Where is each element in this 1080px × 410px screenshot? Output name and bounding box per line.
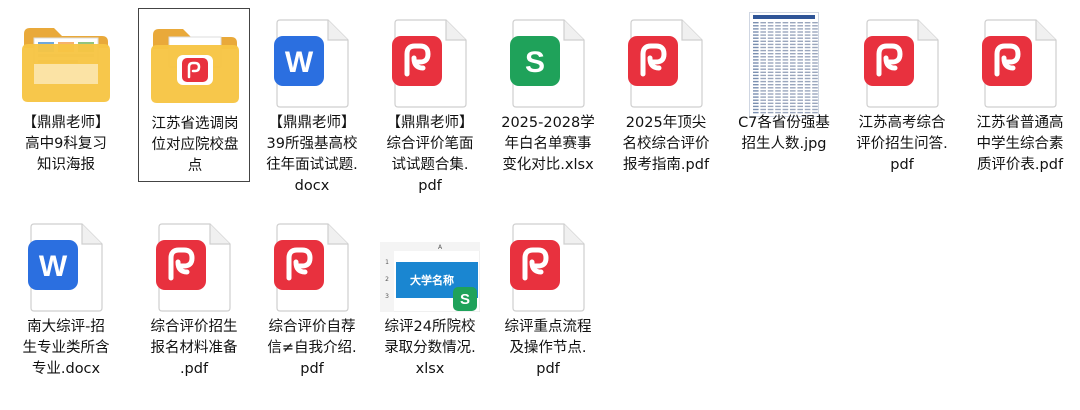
file-name-line: 试试题合集. [391,157,469,173]
file-item[interactable]: 【鼎鼎老师】 高中9科复习 知识海报 [10,8,122,182]
spreadsheet-thumbnail-icon: A 1 2 3 大学名称 S [374,212,486,312]
file-name-line: 39所强基高校 [266,136,358,152]
file-name-line: 综合评价招生 [150,319,238,335]
file-name-label: 综评24所院校 录取分数情况. xlsx [374,317,486,380]
file-item[interactable]: 2025年顶尖 名校综合评价 报考指南.pdf [610,8,722,182]
svg-text:W: W [39,250,68,283]
pdf-file-icon [610,8,722,108]
file-name-label: 2025年顶尖 名校综合评价 报考指南.pdf [610,113,722,176]
svg-text:3: 3 [385,293,389,300]
file-name-line: 江苏省选调岗 [151,116,239,132]
file-name-line: 知识海报 [37,157,95,173]
file-name-line: 【鼎鼎老师】 [386,115,474,131]
file-name-line: 【鼎鼎老师】 [268,115,356,131]
svg-text:W: W [285,46,314,79]
word-document-icon: W [10,212,122,312]
file-name-line: 综评24所院校 [384,319,476,335]
file-item[interactable]: 江苏高考综合 评价招生问答. pdf [846,8,958,182]
file-name-line: 位对应院校盘 [151,137,239,153]
file-name-label: 江苏高考综合 评价招生问答. pdf [846,113,958,176]
svg-text:2: 2 [385,276,389,283]
file-name-line: 名校综合评价 [622,136,710,152]
file-name-label: 【鼎鼎老师】 39所强基高校 往年面试试题. docx [256,113,368,197]
file-name-line: 往年面试试题. [266,157,358,173]
file-item[interactable]: 综评重点流程 及操作节点. pdf [492,212,604,378]
file-item[interactable]: S 2025-2028学 年白名单赛事 变化对比.xlsx [492,8,604,182]
file-name-line: 点 [187,158,203,174]
file-name-line: 质评价表.pdf [976,157,1064,173]
file-name-line: 综合评价自荐 [268,319,356,335]
svg-text:1: 1 [385,259,389,266]
folder-icon [139,9,251,109]
file-name-label: 综合评价招生 报名材料准备 .pdf [138,317,250,380]
file-name-label: 江苏省普通高 中学生综合素 质评价表.pdf [964,113,1076,176]
file-name-line: docx [294,178,330,194]
file-name-label: 【鼎鼎老师】 综合评价笔面 试试题合集. pdf [374,113,486,197]
file-item[interactable]: C7各省份强基 招生人数.jpg [728,8,840,182]
pdf-file-icon [138,212,250,312]
file-name-label: 江苏省选调岗 位对应院校盘点 [139,114,251,177]
file-item[interactable]: 【鼎鼎老师】 综合评价笔面 试试题合集. pdf [374,8,486,194]
file-name-line: 江苏省普通高 [976,115,1064,131]
image-thumbnail-icon [728,8,840,117]
file-name-line: 专业.docx [31,361,101,377]
file-name-label: 2025-2028学 年白名单赛事 变化对比.xlsx [492,113,604,176]
file-name-line: xlsx [415,361,445,377]
word-document-icon: W [256,8,368,108]
file-name-line: 报名材料准备 [150,340,238,356]
file-name-label: 综合评价自荐 信≠自我介绍. pdf [256,317,368,380]
file-name-line: 生专业类所含 [22,340,110,356]
file-name-line: 评价招生问答. [856,136,948,152]
file-name-label: 【鼎鼎老师】 高中9科复习 知识海报 [10,113,122,176]
file-name-label: C7各省份强基 招生人数.jpg [728,113,840,155]
file-item[interactable]: 综合评价招生 报名材料准备 .pdf [138,212,250,378]
file-name-line: 【鼎鼎老师】 [22,115,110,131]
file-name-line: 报考指南.pdf [622,157,710,173]
file-name-line: 录取分数情况. [384,340,476,356]
file-name-line: 江苏高考综合 [858,115,946,131]
file-item[interactable]: W 【鼎鼎老师】 39所强基高校 往年面试试题. docx [256,8,368,194]
file-name-line: C7各省份强基 [738,115,830,131]
file-name-line: pdf [300,361,324,377]
file-name-line: 综合评价笔面 [386,136,474,152]
folder-icon [10,8,122,108]
file-name-line: 2025-2028学 [501,115,595,131]
file-item[interactable]: 江苏省选调岗 位对应院校盘点 [138,8,250,182]
file-name-line: 中学生综合素 [976,136,1064,152]
file-item[interactable]: W 南大综评-招 生专业类所含 专业.docx [10,212,122,378]
file-name-line: 高中9科复习 [25,136,107,152]
file-name-line: 变化对比.xlsx [502,157,594,173]
spreadsheet-file-icon: S [492,8,604,108]
pdf-file-icon [374,8,486,108]
file-name-label: 南大综评-招 生专业类所含 专业.docx [10,317,122,380]
file-name-line: 信≠自我介绍. [267,340,357,356]
svg-text:大学名称: 大学名称 [410,273,454,287]
svg-text:S: S [460,291,470,308]
file-name-line: .pdf [179,361,209,377]
pdf-file-icon [256,212,368,312]
file-name-line: 及操作节点. [509,340,587,356]
file-name-label: 综评重点流程 及操作节点. pdf [492,317,604,380]
file-item[interactable]: 江苏省普通高 中学生综合素 质评价表.pdf [964,8,1076,182]
file-name-line: pdf [418,178,442,194]
file-item[interactable]: 综合评价自荐 信≠自我介绍. pdf [256,212,368,378]
pdf-file-icon [846,8,958,108]
file-name-line: 2025年顶尖 [625,115,707,131]
file-item[interactable]: A 1 2 3 大学名称 S 综评24所院校 录取分数情况. xlsx [374,212,486,378]
svg-text:S: S [525,46,545,79]
pdf-file-icon [964,8,1076,108]
file-name-line: pdf [890,157,914,173]
file-name-line: 综评重点流程 [504,319,592,335]
file-name-line: pdf [536,361,560,377]
file-name-line: 南大综评-招 [27,319,105,335]
pdf-file-icon [492,212,604,312]
file-name-line: 招生人数.jpg [741,136,827,152]
file-name-line: 年白名单赛事 [504,136,592,152]
